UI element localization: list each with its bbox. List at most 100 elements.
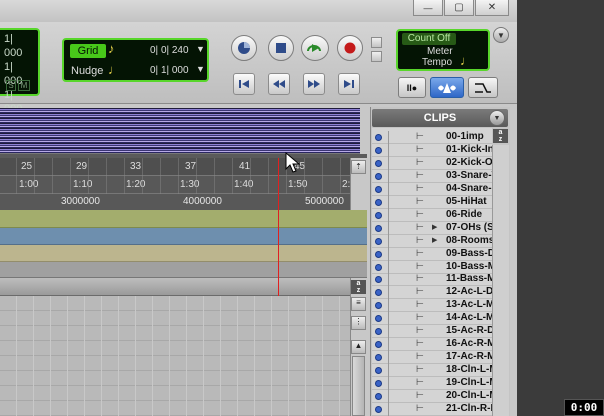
scroll-up-button[interactable]: ▲ [351, 340, 366, 354]
column-divider [388, 351, 389, 365]
clip-name: 07-OHs (S [446, 221, 492, 233]
transport-option-button[interactable] [371, 51, 382, 62]
clip-link-icon[interactable] [375, 185, 382, 193]
clip-name: 00-1imp [446, 131, 484, 142]
clip-list-item[interactable]: ▶ ⊢ 07-OHs (S [372, 221, 492, 235]
grid-mode-button[interactable]: Grid [70, 44, 106, 58]
pro-tools-edit-window: — ▢ ✕ 1| 000 1| 000 1| 000 S M Grid ♪ 0|… [0, 0, 604, 416]
mini-m-button[interactable]: M [18, 80, 30, 91]
return-to-zero-button[interactable] [233, 73, 255, 95]
rewind-button[interactable] [268, 73, 290, 95]
clip-list-item[interactable]: ⊢ 04-Snare-Bot [372, 182, 492, 196]
maximize-button[interactable]: ▢ [444, 0, 474, 16]
clip-link-icon[interactable] [375, 341, 382, 349]
clip-list-item[interactable]: ⊢ 14-Ac-L-M [372, 312, 492, 326]
clip-list-item[interactable]: ⊢ 03-Snare-Top [372, 169, 492, 183]
playhead-line[interactable] [278, 158, 279, 296]
expand-triangle-icon[interactable]: ▶ [432, 236, 437, 244]
stop-button[interactable] [268, 35, 294, 61]
grid-value[interactable]: 0| 0| 240 [150, 45, 189, 56]
clip-list-item[interactable]: ⊢ 20-Cln-L-M [372, 390, 492, 403]
fast-forward-button[interactable] [303, 73, 325, 95]
clip-link-icon[interactable] [375, 367, 382, 375]
count-off-button[interactable]: Count Off [402, 33, 456, 45]
track-lane-tan[interactable] [0, 245, 367, 262]
clip-link-icon[interactable] [375, 315, 382, 323]
toolbar-menu-button[interactable]: ▼ [493, 27, 509, 43]
wait-for-note-button[interactable]: II● [398, 77, 426, 98]
clip-link-icon[interactable] [375, 263, 382, 271]
metronome-button[interactable] [430, 77, 464, 98]
clip-list-item[interactable]: ⊢ 18-Cln-L-M [372, 364, 492, 378]
clips-sort-button[interactable]: az [493, 129, 508, 143]
clip-link-icon[interactable] [375, 134, 382, 141]
scroll-thumb[interactable] [352, 356, 365, 416]
counter-display[interactable]: 1| 000 1| 000 1| 000 S M [0, 28, 40, 115]
clip-list-item[interactable]: ⊢ 05-HiHat [372, 195, 492, 209]
clip-list-item[interactable]: ⊢ 01-Kick-In [372, 143, 492, 157]
transport-option-button[interactable] [371, 37, 382, 48]
expand-triangle-icon[interactable]: ▶ [432, 223, 437, 231]
clip-list-item[interactable]: ⊢ 12-Ac-L-D [372, 286, 492, 300]
clip-list-item[interactable]: ⊢ 00-1imp [372, 131, 492, 144]
play-loop-button[interactable] [301, 35, 329, 61]
sort-az-button[interactable]: az [351, 280, 366, 294]
scroll-option-button[interactable]: ≡ [351, 297, 366, 311]
nudge-value[interactable]: 0| 1| 000 [150, 65, 189, 76]
clip-link-icon[interactable] [375, 276, 382, 284]
clip-list-item[interactable]: ▶ ⊢ 08-Rooms [372, 234, 492, 248]
clip-link-icon[interactable] [375, 211, 382, 219]
universe-overview[interactable] [0, 108, 360, 154]
clip-list-item[interactable]: ⊢ 16-Ac-R-M [372, 338, 492, 352]
clip-link-icon[interactable] [375, 172, 382, 180]
clip-link-icon[interactable] [375, 250, 382, 258]
clip-link-icon[interactable] [375, 380, 382, 388]
tempo-label[interactable]: Tempo [422, 57, 452, 68]
clip-list-item[interactable]: ⊢ 15-Ac-R-D [372, 325, 492, 339]
clip-link-icon[interactable] [375, 237, 382, 245]
track-lane-olive[interactable] [0, 210, 367, 228]
clip-list-item[interactable]: ⊢ 06-Ride [372, 208, 492, 222]
clip-link-icon[interactable] [375, 354, 382, 362]
minimize-button[interactable]: — [413, 0, 443, 16]
clip-link-icon[interactable] [375, 289, 382, 297]
track-lane-blue[interactable] [0, 228, 367, 245]
clip-list-item[interactable]: ⊢ 17-Ac-R-M [372, 351, 492, 365]
scroll-option-button[interactable]: ⋮ [351, 316, 366, 330]
nudge-dropdown-icon[interactable]: ▼ [196, 64, 205, 74]
record-button[interactable] [337, 35, 363, 61]
clip-list-item[interactable]: ⊢ 13-Ac-L-M [372, 299, 492, 313]
clip-link-icon[interactable] [375, 146, 382, 154]
clip-link-icon[interactable] [375, 302, 382, 310]
counter-row: 1| 000 [4, 33, 23, 59]
clip-type-icon: ⊢ [416, 338, 424, 349]
clip-link-icon[interactable] [375, 224, 382, 232]
close-button[interactable]: ✕ [475, 0, 509, 16]
grid-dropdown-icon[interactable]: ▼ [196, 44, 205, 54]
clip-list-item[interactable]: ⊢ 09-Bass-DI [372, 247, 492, 261]
clip-link-icon[interactable] [375, 393, 382, 400]
clip-list-item[interactable]: ⊢ 11-Bass-Mic [372, 273, 492, 287]
clip-link-icon[interactable] [375, 328, 382, 336]
clip-link-icon[interactable] [375, 198, 382, 206]
clips-menu-button[interactable]: ▼ [489, 110, 505, 126]
track-lane-gray[interactable] [0, 262, 367, 278]
clip-list-item[interactable]: ⊢ 21-Cln-R-M [372, 402, 492, 416]
clip-list-item[interactable]: ⊢ 10-Bass-Mic [372, 260, 492, 274]
clip-type-icon: ⊢ [416, 169, 424, 180]
go-to-end-button[interactable] [338, 73, 360, 95]
midi-merge-button[interactable] [468, 77, 498, 98]
clips-scrollbar[interactable] [492, 145, 509, 416]
maximize-icon: ▢ [454, 2, 464, 13]
column-divider [388, 273, 389, 287]
clip-list-item[interactable]: ⊢ 19-Cln-L-M [372, 377, 492, 391]
online-button[interactable] [231, 35, 257, 61]
ruler-top-button[interactable]: ⇡ [351, 160, 366, 174]
edit-window-divider[interactable] [0, 278, 350, 296]
meter-label[interactable]: Meter [427, 46, 453, 57]
clip-link-icon[interactable] [375, 159, 382, 167]
clip-list-item[interactable]: ⊢ 02-Kick-Out [372, 156, 492, 170]
clip-link-icon[interactable] [375, 405, 382, 413]
mini-s-button[interactable]: S [6, 80, 16, 91]
tracks-playlist-area[interactable] [0, 296, 350, 416]
